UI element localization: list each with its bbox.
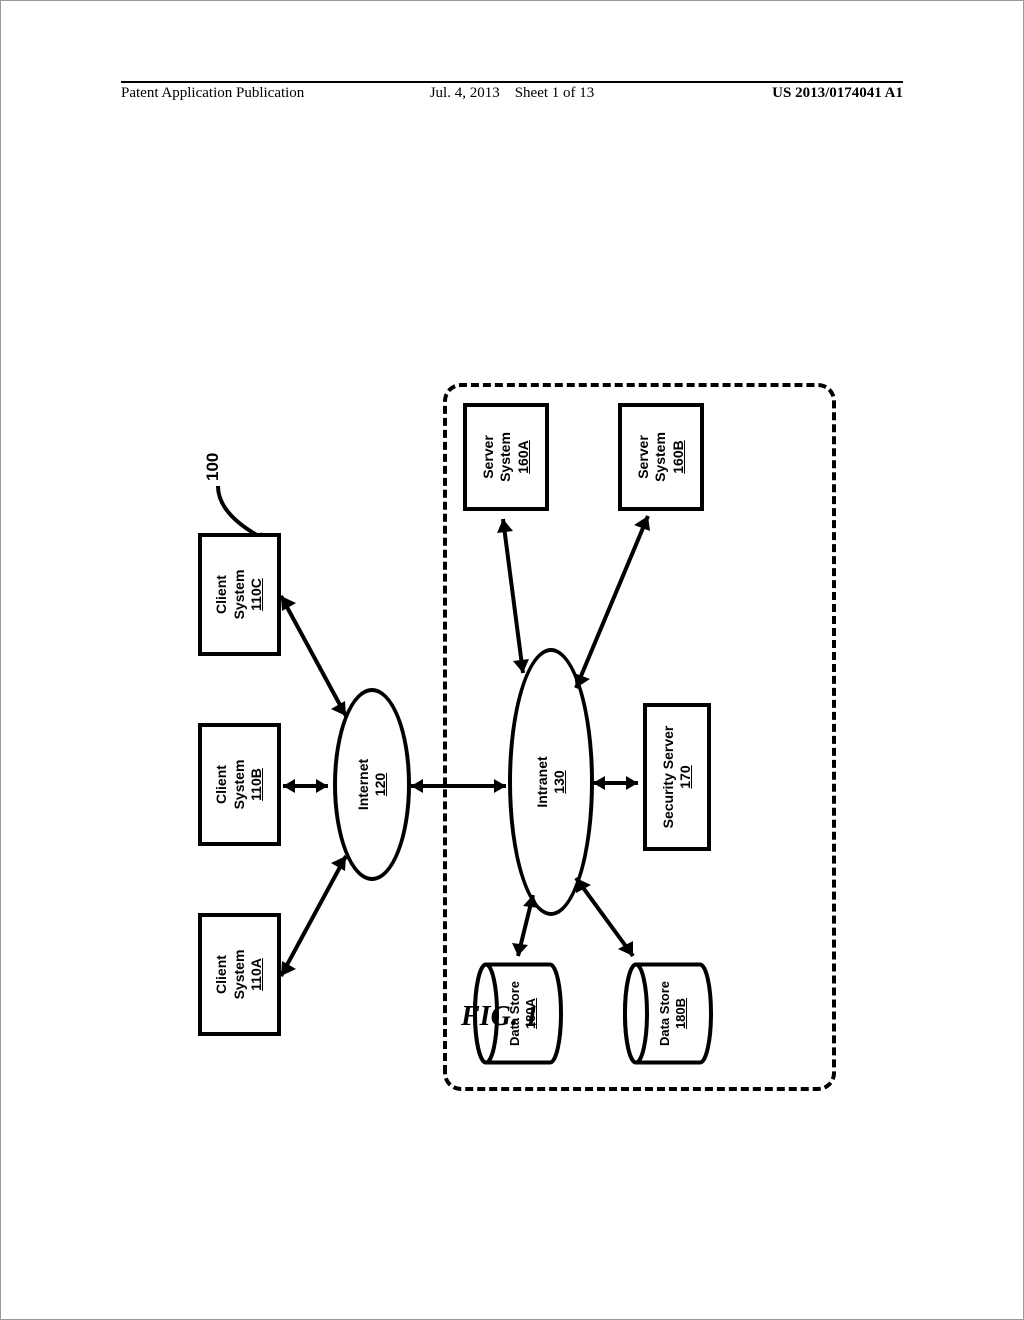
page-header: Patent Application Publication Jul. 4, 2…: [121, 81, 903, 102]
box-sub: System: [231, 760, 249, 810]
box-ref: 160B: [670, 440, 688, 473]
connector-arrow-icon: [406, 776, 511, 796]
box-ref: 110A: [248, 958, 266, 991]
server-system-b: Server System 160B: [618, 403, 704, 511]
header-right: US 2013/0174041 A1: [642, 85, 903, 102]
box-title: Security Server: [660, 726, 678, 829]
box-title: Server: [635, 435, 653, 479]
box-sub: System: [652, 432, 670, 482]
connector-arrow-icon: [508, 888, 543, 963]
box-title: Client: [213, 765, 231, 804]
client-system-b: Client System 110B: [198, 723, 281, 846]
box-title: Client: [213, 575, 231, 614]
box-sub: System: [231, 570, 249, 620]
header-sheet: Sheet 1 of 13: [515, 85, 595, 101]
connector-arrow-icon: [278, 776, 333, 796]
ellipse-title: Intranet: [534, 756, 551, 807]
client-system-c: Client System 110C: [198, 533, 281, 656]
connector-arrow-icon: [588, 773, 643, 793]
box-title: Server: [480, 435, 498, 479]
client-system-a: Client System 110A: [198, 913, 281, 1036]
ellipse-title: Internet: [355, 759, 372, 810]
figure-label: FIG. 1: [461, 1001, 539, 1033]
connector-arrow-icon: [568, 868, 643, 963]
header-date: Jul. 4, 2013: [430, 85, 500, 101]
connector-arrow-icon: [276, 841, 356, 991]
header-left: Patent Application Publication: [121, 85, 382, 102]
cyl-title: Data Store: [657, 981, 672, 1046]
header-center: Jul. 4, 2013 Sheet 1 of 13: [382, 85, 643, 102]
server-system-a: Server System 160A: [463, 403, 549, 511]
diagram-number-label: 100: [203, 453, 223, 481]
ellipse-ref: 130: [551, 770, 568, 793]
data-store-b: Data Store 180B: [623, 961, 713, 1066]
box-sub: System: [497, 432, 515, 482]
connector-arrow-icon: [568, 506, 658, 696]
connector-arrow-icon: [493, 511, 533, 681]
box-ref: 170: [677, 765, 695, 788]
box-ref: 160A: [515, 440, 533, 473]
diagram-figure: 100 Client System 110A Client System 110…: [198, 231, 828, 1091]
ellipse-ref: 120: [372, 773, 389, 796]
cyl-ref: 180B: [673, 998, 688, 1029]
box-ref: 110B: [248, 768, 266, 801]
connector-arrow-icon: [276, 581, 356, 731]
box-title: Client: [213, 955, 231, 994]
box-ref: 110C: [248, 578, 266, 611]
box-sub: System: [231, 950, 249, 1000]
security-server: Security Server 170: [643, 703, 711, 851]
